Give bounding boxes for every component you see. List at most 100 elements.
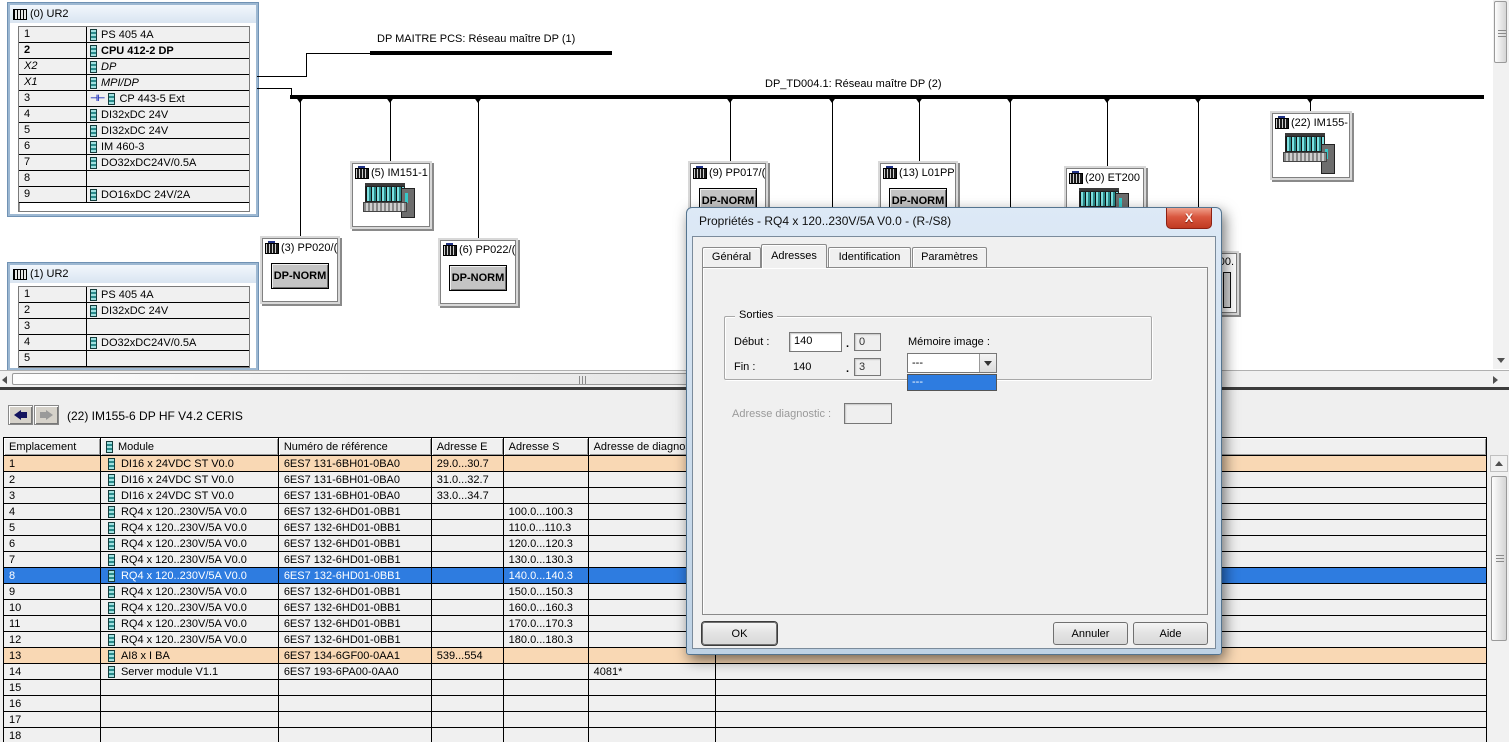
table-cell: RQ4 x 120..230V/5A V0.0 — [101, 632, 279, 648]
adresse-diagnostic-input — [844, 403, 892, 424]
rack-slot-row[interactable]: 6IM 460-3 — [19, 139, 249, 155]
dp-slave-node-22[interactable]: (22) IM155- — [1272, 113, 1350, 178]
scroll-right-button[interactable] — [1487, 372, 1503, 387]
table-row[interactable]: 16 — [4, 696, 1487, 712]
rack-slot-row[interactable]: 5DI32xDC 24V — [19, 123, 249, 139]
tab-general[interactable]: Général — [702, 247, 761, 268]
top-vertical-scrollbar[interactable] — [1493, 0, 1509, 369]
table-cell — [504, 488, 589, 504]
module-name: DO16xDC 24V/2A — [101, 189, 190, 201]
module-icon — [90, 61, 97, 73]
dp-slave-icon — [265, 241, 278, 254]
rack-slot-row[interactable]: 9DO16xDC 24V/2A — [19, 187, 249, 203]
chevron-down-icon[interactable] — [979, 354, 996, 372]
dp-master-network-2-label: DP_TD004.1: Réseau maître DP (2) — [765, 78, 941, 90]
slot-module: IM 460-3 — [87, 139, 249, 154]
bus1-connector — [306, 53, 307, 77]
adresse-diagnostic-label: Adresse diagnostic : — [732, 408, 831, 420]
rack-icon — [13, 9, 27, 20]
table-cell — [432, 680, 504, 696]
rack-1-window[interactable]: (1) UR2 1PS 405 4A2DI32xDC 24V34DO32xDC2… — [8, 263, 258, 370]
table-cell — [589, 712, 716, 728]
rack-slot-row[interactable]: 3⊣⊢CP 443-5 Ext — [19, 91, 249, 107]
table-cell: 120.0...120.3 — [504, 536, 589, 552]
table-cell: 6ES7 134-6GF00-0AA1 — [279, 648, 432, 664]
memoire-image-dropdown-option[interactable]: --- — [907, 374, 997, 391]
bus1-connector — [306, 53, 370, 54]
slot-module: MPI/DP — [87, 75, 249, 90]
slot-module: PS 405 4A — [87, 287, 249, 302]
table-cell: 2 — [4, 472, 101, 488]
scroll-up-button[interactable] — [1490, 455, 1508, 472]
ok-button[interactable]: OK — [702, 622, 777, 645]
node-label: (20) ET200 — [1085, 172, 1140, 184]
dp-slave-node-5[interactable]: (5) IM151-1 — [352, 163, 430, 227]
table-cell — [101, 728, 279, 742]
module-icon — [108, 634, 115, 646]
table-cell — [589, 696, 716, 712]
table-cell: 11 — [4, 616, 101, 632]
dp-master-network-1[interactable] — [370, 51, 612, 55]
rack-slot-row[interactable]: 2DI32xDC 24V — [19, 303, 249, 319]
module-icon — [90, 305, 97, 317]
dialog-title: Propriétés - RQ4 x 120..230V/5A V0.0 - (… — [699, 214, 951, 228]
tab-adresses[interactable]: Adresses — [761, 244, 827, 268]
rack-slot-row[interactable]: X1MPI/DP — [19, 75, 249, 91]
rack-slot-row[interactable]: 8 — [19, 171, 249, 187]
fin-bit-box: 3 — [854, 358, 881, 376]
table-row[interactable]: 18 — [4, 728, 1487, 742]
table-cell: RQ4 x 120..230V/5A V0.0 — [101, 536, 279, 552]
rack-slot-row[interactable]: 2CPU 412-2 DP — [19, 43, 249, 59]
rack-slot-row[interactable]: 5 — [19, 351, 249, 367]
dp-slave-node-6[interactable]: (6) PP022/( DP-NORM — [440, 240, 516, 304]
module-icon — [108, 538, 115, 550]
table-row[interactable]: 14Server module V1.16ES7 193-6PA00-0AA04… — [4, 664, 1487, 680]
slot-number: 2 — [19, 303, 87, 318]
module-icon — [108, 458, 115, 470]
drop-line — [300, 99, 301, 238]
dp-slave-icon — [1275, 116, 1288, 129]
device-graphic-sliver — [1223, 272, 1231, 308]
slot-module — [87, 351, 249, 366]
drop-line — [730, 99, 731, 163]
rack-slot-row[interactable]: 4DO32xDC24V/0.5A — [19, 335, 249, 351]
rack-slot-row[interactable]: 7DO32xDC24V/0.5A — [19, 155, 249, 171]
bottom-vertical-scrollbar[interactable] — [1489, 455, 1509, 742]
rack-slot-row[interactable]: 3 — [19, 319, 249, 335]
slot-number: X2 — [19, 59, 87, 74]
close-icon[interactable]: X — [1166, 208, 1212, 229]
memoire-image-combobox[interactable]: --- — [907, 353, 997, 373]
bus1-connector — [257, 76, 307, 77]
rack-slot-row[interactable]: 4DI32xDC 24V — [19, 107, 249, 123]
help-button[interactable]: Aide — [1133, 622, 1208, 645]
table-cell — [432, 664, 504, 680]
slot-module: DI32xDC 24V — [87, 107, 249, 122]
slot-number: 3 — [19, 91, 87, 106]
fin-value: 140 — [793, 361, 811, 373]
scroll-down-button[interactable] — [1493, 352, 1509, 368]
rack-0-window[interactable]: (0) UR2 1PS 405 4A2CPU 412-2 DPX2DPX1MPI… — [8, 3, 258, 216]
table-row[interactable]: 15 — [4, 680, 1487, 696]
rack-slot-row[interactable]: X2DP — [19, 59, 249, 75]
rack-0-slot-table: 1PS 405 4A2CPU 412-2 DPX2DPX1MPI/DP3⊣⊢CP… — [18, 26, 250, 212]
slot-number: 4 — [19, 107, 87, 122]
dp-slave-icon — [1069, 171, 1082, 184]
table-cell: RQ4 x 120..230V/5A V0.0 — [101, 568, 279, 584]
table-cell — [432, 504, 504, 520]
cancel-button[interactable]: Annuler — [1053, 622, 1128, 645]
scroll-left-button[interactable] — [0, 372, 9, 387]
drop-line — [919, 99, 920, 163]
dp-slave-node-3[interactable]: (3) PP020/( DP-NORM — [262, 238, 338, 302]
slot-number: X1 — [19, 75, 87, 90]
rack-slot-row[interactable]: 1PS 405 4A — [19, 287, 249, 303]
tab-identification[interactable]: Identification — [828, 247, 911, 268]
table-cell: 7 — [4, 552, 101, 568]
slot-number: 8 — [19, 171, 87, 186]
previous-slave-button[interactable] — [8, 405, 33, 425]
next-slave-button[interactable] — [34, 405, 59, 425]
table-row[interactable]: 17 — [4, 712, 1487, 728]
debut-input[interactable]: 140 — [789, 332, 842, 352]
module-icon — [90, 45, 97, 57]
tab-parametres[interactable]: Paramètres — [912, 247, 987, 268]
rack-slot-row[interactable]: 1PS 405 4A — [19, 27, 249, 43]
